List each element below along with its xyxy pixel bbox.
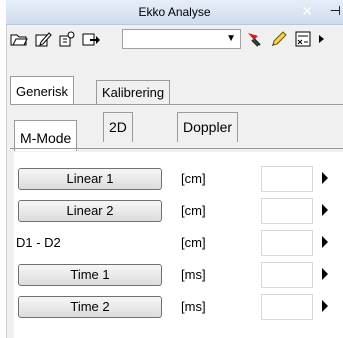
time-1-button[interactable]: Time 1 bbox=[18, 264, 162, 286]
unit-label: [ms] bbox=[181, 267, 206, 282]
play-arrow-icon[interactable] bbox=[322, 172, 328, 184]
top-tab-divider bbox=[10, 104, 343, 105]
unit-label: [cm] bbox=[181, 203, 206, 218]
mode-select[interactable]: ▼ bbox=[122, 29, 241, 49]
window-left-edge bbox=[0, 0, 7, 338]
play-arrow-icon[interactable] bbox=[322, 268, 328, 280]
unit-label: [ms] bbox=[181, 299, 206, 314]
mode-tab-divider bbox=[10, 148, 343, 149]
tab-generisk[interactable]: Generisk bbox=[10, 76, 75, 104]
toolbar-overflow-icon[interactable] bbox=[318, 30, 326, 48]
unit-label: [cm] bbox=[181, 235, 206, 250]
settings-icon[interactable] bbox=[58, 30, 76, 48]
measurement-list: Linear 1 [cm] Linear 2 [cm] D1 - D2 [cm]… bbox=[14, 152, 343, 338]
play-arrow-icon[interactable] bbox=[322, 300, 328, 312]
red-marker-icon[interactable] bbox=[246, 30, 264, 48]
measurement-row: Linear 2 [cm] bbox=[14, 198, 343, 228]
edit-icon[interactable] bbox=[34, 30, 52, 48]
play-arrow-icon[interactable] bbox=[322, 236, 328, 248]
value-field[interactable] bbox=[261, 262, 313, 288]
tab-2d[interactable]: 2D bbox=[103, 112, 133, 142]
play-arrow-icon[interactable] bbox=[322, 204, 328, 216]
tab-m-mode[interactable]: M-Mode bbox=[14, 120, 78, 151]
export-icon[interactable] bbox=[82, 30, 100, 48]
tab-doppler[interactable]: Doppler bbox=[177, 112, 239, 142]
measurement-row: Linear 1 [cm] bbox=[14, 166, 343, 196]
measurement-row: Time 1 [ms] bbox=[14, 262, 343, 292]
linear-2-button[interactable]: Linear 2 bbox=[18, 200, 162, 222]
linear-1-button[interactable]: Linear 1 bbox=[18, 168, 162, 190]
time-2-button[interactable]: Time 2 bbox=[18, 296, 162, 318]
value-field[interactable] bbox=[261, 166, 313, 192]
d1-d2-label: D1 - D2 bbox=[16, 235, 61, 250]
toolbar: ▼ bbox=[10, 26, 343, 54]
title-bar: Ekko Analyse ✕ ⊣ bbox=[6, 0, 343, 25]
chevron-down-icon[interactable]: ▼ bbox=[226, 33, 236, 44]
measurement-row: D1 - D2 [cm] bbox=[14, 230, 343, 260]
tab-kalibrering[interactable]: Kalibrering bbox=[96, 80, 171, 104]
pencil-icon[interactable] bbox=[270, 30, 288, 48]
value-field[interactable] bbox=[261, 230, 313, 256]
pin-icon[interactable]: ⊣ bbox=[330, 3, 341, 19]
unit-label: [cm] bbox=[181, 171, 206, 186]
value-field[interactable] bbox=[261, 198, 313, 224]
calculator-icon[interactable] bbox=[294, 30, 312, 48]
open-icon[interactable] bbox=[10, 30, 28, 48]
value-field[interactable] bbox=[261, 294, 313, 320]
close-icon[interactable]: ✕ bbox=[301, 3, 313, 20]
measurement-row: Time 2 [ms] bbox=[14, 294, 343, 324]
window-title: Ekko Analyse bbox=[138, 5, 211, 19]
